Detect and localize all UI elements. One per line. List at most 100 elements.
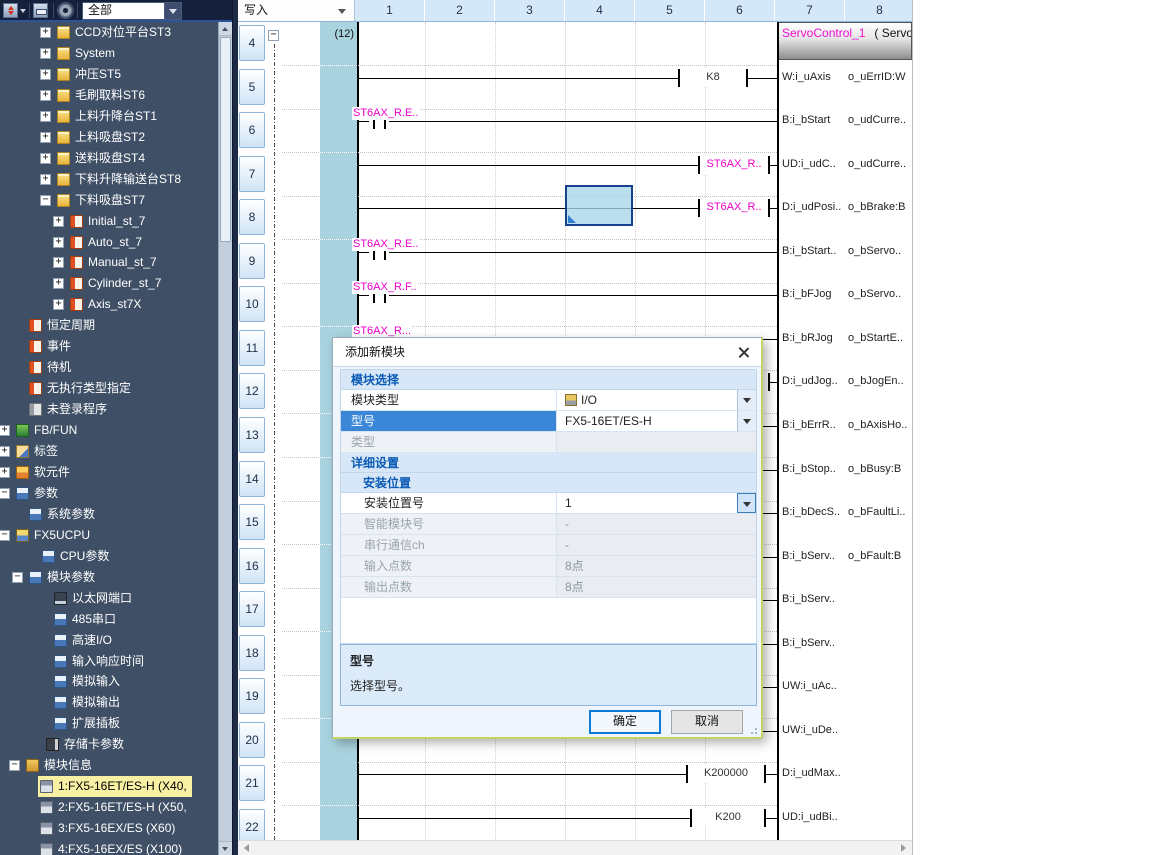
tree-expand-icon[interactable]: + (40, 27, 51, 38)
tree-item-content[interactable]: 485串口 (52, 609, 121, 630)
sidebar-item[interactable]: 模拟输出 (0, 692, 218, 713)
ladder-horizontal-scrollbar[interactable] (238, 840, 912, 855)
dialog-titlebar[interactable]: 添加新模块 (333, 338, 761, 367)
ladder-row-number[interactable]: 16 (239, 548, 265, 584)
tree-expand-icon[interactable]: + (0, 446, 10, 457)
tree-item-content[interactable]: 下料吸盘ST7 (55, 190, 150, 211)
dialog-field-row[interactable]: 安装位置号1 (341, 493, 756, 514)
ladder-row-number[interactable]: 17 (239, 591, 265, 627)
scroll-left-icon[interactable] (244, 844, 249, 852)
tree-expand-icon[interactable]: + (40, 90, 51, 101)
tree-expand-icon[interactable]: + (40, 132, 51, 143)
tree-item-content[interactable]: 送料吸盘ST4 (55, 148, 150, 169)
field-value[interactable]: 1 (557, 493, 737, 513)
tree-scrollbar[interactable] (218, 22, 232, 855)
ladder-row-number[interactable]: 11 (239, 330, 265, 366)
sidebar-item[interactable]: +CCD对位平台ST3 (0, 22, 218, 43)
tree-expand-icon[interactable]: + (53, 278, 64, 289)
sidebar-item[interactable]: +冲压ST5 (0, 64, 218, 85)
tree-item-content[interactable]: 输入响应时间 (52, 651, 149, 672)
sidebar-item[interactable]: +System (0, 43, 218, 64)
tree-item-content[interactable]: 3:FX5-16EX/ES (X60) (38, 818, 180, 839)
sidebar-item[interactable]: + Initial_st_7 (0, 211, 218, 232)
expand-tree-icon[interactable] (3, 3, 18, 18)
tree-item-content[interactable]: 系统参数 (27, 504, 100, 525)
dialog-field-row[interactable]: 型号FX5-16ET/ES-H (341, 411, 756, 432)
sidebar-item[interactable]: 高速I/O (0, 630, 218, 651)
sidebar-item[interactable]: 2:FX5-16ET/ES-H (X50, (0, 797, 218, 818)
tree-item-content[interactable]: 模块信息 (24, 755, 97, 776)
tree-item-content[interactable]: 毛刷取料ST6 (55, 85, 150, 106)
tree-expand-icon[interactable]: + (40, 174, 51, 185)
sidebar-item[interactable]: 恒定周期 (0, 315, 218, 336)
tree-item-content[interactable]: FX5UCPU (14, 525, 95, 546)
tree-item-content[interactable]: 扩展插板 (52, 713, 125, 734)
sidebar-item[interactable]: +Axis_st7X (0, 294, 218, 315)
sidebar-item[interactable]: +Manual_st_7 (0, 252, 218, 273)
tree-item-content[interactable]: Initial_st_7 (68, 211, 150, 232)
sidebar-item[interactable]: 输入响应时间 (0, 651, 218, 672)
tree-collapse-icon[interactable]: − (0, 488, 10, 499)
sidebar-item[interactable]: + Cylinder_st_7 (0, 273, 218, 294)
close-icon[interactable] (732, 342, 756, 363)
tree-collapse-icon[interactable]: − (40, 195, 51, 206)
tree-item-content[interactable]: 高速I/O (52, 630, 117, 651)
tree-item-content[interactable]: 模拟输出 (52, 692, 125, 713)
tree-item-content[interactable]: 模拟输入 (52, 671, 125, 692)
sidebar-item[interactable]: 未登录程序 (0, 399, 218, 420)
sidebar-item[interactable]: CPU参数 (0, 546, 218, 567)
fb-instance-header[interactable]: ServoControl_1( ServoC (777, 22, 912, 60)
tree-item-content[interactable]: 软元件 (14, 462, 75, 483)
ladder-row-number[interactable]: 9 (239, 243, 265, 279)
sidebar-item[interactable]: −下料吸盘ST7 (0, 190, 218, 211)
sidebar-item[interactable]: + 标签 (0, 441, 218, 462)
tree-item-content[interactable]: Cylinder_st_7 (68, 273, 166, 294)
coil-bracket[interactable]: ST6AX_R.. (698, 199, 770, 217)
sidebar-item[interactable]: 扩展插板 (0, 713, 218, 734)
tree-item-content[interactable]: 下料升降输送台ST8 (55, 169, 186, 190)
tree-item-content[interactable]: 未登录程序 (27, 399, 112, 420)
sidebar-item[interactable]: +FB/FUN (0, 420, 218, 441)
tree-collapse-icon[interactable]: − (9, 760, 20, 771)
tree-expand-icon[interactable]: + (40, 153, 51, 164)
tree-item-content[interactable]: 标签 (14, 441, 63, 462)
sidebar-item[interactable]: 系统参数 (0, 504, 218, 525)
tree-item-content[interactable]: CPU参数 (40, 546, 114, 567)
sidebar-item[interactable]: −模块信息 (0, 755, 218, 776)
constant-bracket[interactable]: K200000 (686, 765, 766, 783)
ladder-row-number[interactable]: 4 (239, 25, 265, 61)
sidebar-item[interactable]: + 上料吸盘ST2 (0, 127, 218, 148)
constant-bracket[interactable]: K200 (690, 809, 766, 827)
tree-scrollbar-thumb[interactable] (220, 37, 231, 242)
field-value[interactable]: I/O (557, 390, 737, 410)
tree-item-content[interactable]: 待机 (27, 357, 76, 378)
tree-item-content[interactable]: 恒定周期 (27, 315, 100, 336)
ok-button[interactable]: 确定 (589, 710, 661, 734)
tree-expand-icon[interactable]: + (53, 216, 64, 227)
tree-item-content[interactable]: Axis_st7X (68, 294, 146, 315)
sidebar-item[interactable]: 事件 (0, 336, 218, 357)
sidebar-item[interactable]: 待机 (0, 357, 218, 378)
tree-item-content[interactable]: 4:FX5-16EX/ES (X100) (38, 839, 187, 855)
ladder-row-number[interactable]: 18 (239, 635, 265, 671)
tree-item-content[interactable]: 1:FX5-16ET/ES-H (X40, (38, 776, 192, 797)
tree-item-content[interactable]: 上料吸盘ST2 (55, 127, 150, 148)
scroll-right-icon[interactable] (901, 844, 906, 852)
sidebar-item[interactable]: 模拟输入 (0, 671, 218, 692)
tree-expand-icon[interactable]: + (40, 69, 51, 80)
ladder-row-number[interactable]: 6 (239, 112, 265, 148)
tree-item-content[interactable]: 以太网端口 (52, 588, 137, 609)
ladder-row-number[interactable]: 5 (239, 69, 265, 105)
constant-bracket[interactable]: K8 (678, 69, 748, 87)
tree-item-content[interactable]: Manual_st_7 (68, 252, 162, 273)
ladder-row-number[interactable]: 19 (239, 678, 265, 714)
tree-expand-icon[interactable]: + (40, 111, 51, 122)
field-value[interactable]: FX5-16ET/ES-H (557, 411, 737, 431)
chevron-down-icon[interactable] (20, 9, 26, 13)
ladder-row-number[interactable]: 15 (239, 504, 265, 540)
dropdown-arrow-icon[interactable] (737, 493, 756, 513)
sidebar-item[interactable]: + 下料升降输送台ST8 (0, 169, 218, 190)
tree-item-content[interactable]: 模块参数 (27, 567, 100, 588)
sidebar-item[interactable]: −模块参数 (0, 567, 218, 588)
collapse-toggle-icon[interactable]: − (268, 30, 279, 41)
